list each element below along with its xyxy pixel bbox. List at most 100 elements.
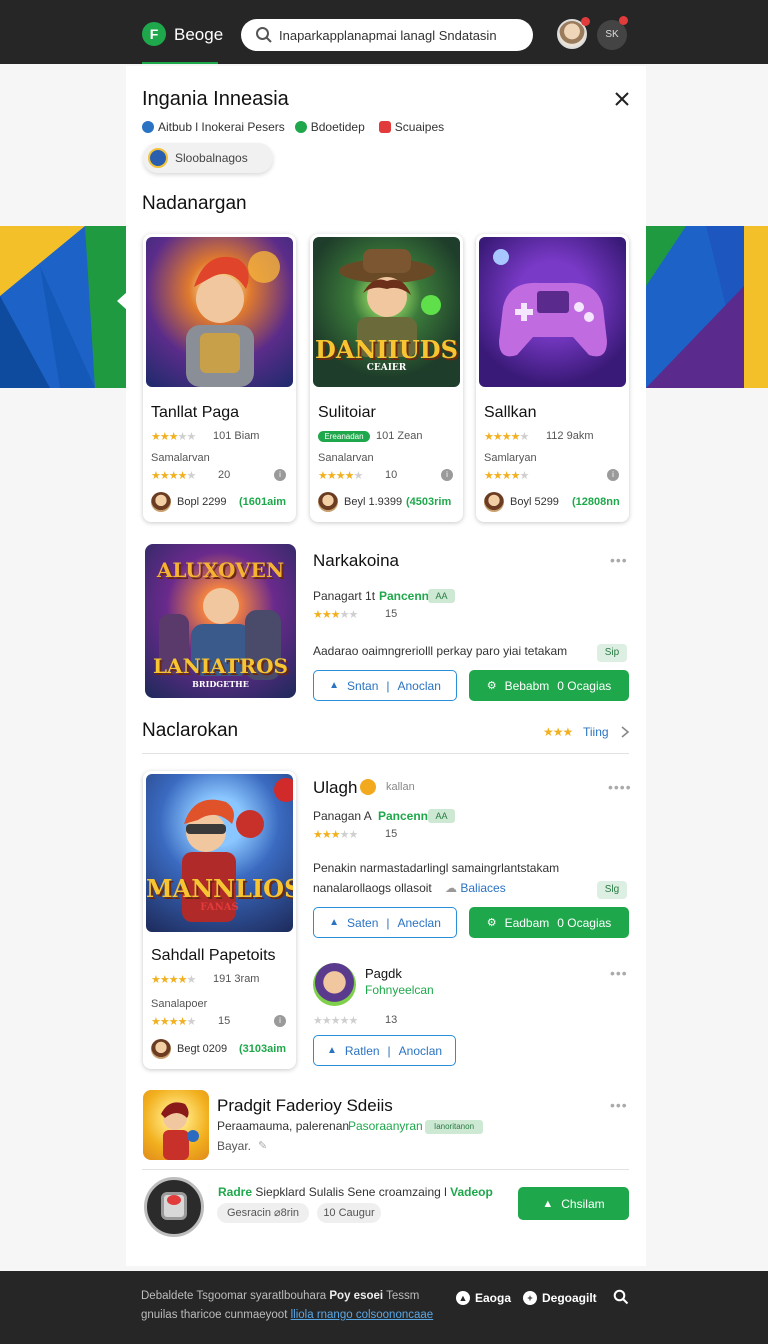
entry-meta-green: Pancenn — [379, 589, 430, 603]
notification-dot — [619, 16, 628, 25]
secondary-button[interactable]: ▲ Sntan | Anoclan — [313, 670, 457, 701]
search-input[interactable] — [279, 19, 524, 51]
entry-title[interactable]: Radre Siepklard Sulalis Sene croamzaing … — [218, 1185, 493, 1199]
active-tab-indicator — [142, 62, 218, 64]
divider — [142, 1169, 629, 1170]
entry-meta: Peraamauma, palerenan — [217, 1119, 350, 1133]
secondary-button[interactable]: ▲ Saten | Aneclan — [313, 907, 457, 938]
green-stat: (12808nn — [572, 496, 620, 508]
button-label: Ratlen — [344, 1043, 380, 1058]
button-separator: | — [386, 678, 390, 693]
entry-badge: kallan — [386, 781, 415, 793]
primary-button[interactable]: ⚙ Eadbam 0 Ocagias — [469, 907, 629, 938]
green-stat: (4503rim — [406, 496, 452, 508]
more-options-icon[interactable]: •••• — [608, 779, 632, 795]
filter-pill-label: Sloobalnagos — [175, 151, 248, 165]
entry-title[interactable]: Ulagh — [313, 778, 357, 798]
entry-meta: Panagart 1t — [313, 589, 376, 603]
info-icon[interactable]: i — [274, 1015, 286, 1027]
rating-text: 112 9akm — [546, 430, 594, 442]
info-chip: 10 Caugur — [317, 1203, 381, 1223]
brand-name[interactable]: Beoge — [174, 25, 223, 45]
footer-link[interactable]: lliola rnango colsoononcaae — [291, 1309, 434, 1321]
more-options-icon[interactable]: ••• — [610, 1097, 628, 1113]
cover-title: ALUXOVEN — [156, 558, 285, 582]
price-text: Bopl 2299 — [177, 496, 227, 508]
more-options-icon[interactable]: ••• — [610, 965, 628, 981]
footer — [0, 1271, 768, 1344]
plus-icon: + — [523, 1291, 537, 1305]
cover-subtitle: LANIATROS — [152, 654, 288, 678]
chevron-right-icon[interactable] — [620, 726, 630, 738]
filter-pill[interactable]: Sloobalnagos — [143, 143, 273, 173]
avatar — [151, 492, 171, 512]
cover-subtitle: FANAS — [200, 902, 239, 913]
rating-stars: ★★★★★ — [484, 470, 529, 482]
secondary-button[interactable]: ▲ Ratlen | Anoclan — [313, 1035, 456, 1066]
footer-text: gnuilas tharicoe cunmaeyoot lliola rnang… — [141, 1309, 433, 1321]
review-count: 15 — [385, 828, 398, 840]
rating-text: 101 Zean — [376, 430, 423, 442]
game-card[interactable]: Sallkan ★★★★★ 112 9akm Samlaryan ★★★★★ i… — [476, 234, 629, 522]
entry-link[interactable]: ☁ Baliaces — [445, 881, 506, 895]
primary-button[interactable]: ▲ Chsilam — [518, 1187, 629, 1220]
footer-line: gnuilas tharicoe cunmaeyoot — [141, 1309, 288, 1321]
rating-stars: ★★★★★ — [151, 974, 196, 986]
game-card[interactable]: DANIIUDS CEAIER Sulitoiar Ereanadan 101 … — [310, 234, 463, 522]
rating-stars: ★★★★★ — [484, 431, 529, 443]
entry-title[interactable]: Narkakoina — [313, 551, 399, 571]
button-icon: ⚙ — [486, 917, 497, 929]
footer-line: Debaldete Tsgoomar syaratlbouhara — [141, 1290, 327, 1302]
arrow-up-icon: ▲ — [456, 1291, 470, 1305]
game-cover-image[interactable]: ALUXOVEN LANIATROS BRIDGETHE — [145, 544, 296, 698]
button-icon: ⚙ — [486, 680, 497, 692]
review-count: 15 — [385, 608, 398, 620]
entry-title[interactable]: Pagdk — [365, 966, 402, 981]
button-separator: | — [387, 1043, 391, 1058]
see-all-link[interactable]: Tiing — [583, 725, 609, 739]
footer-button[interactable]: ▲ Eaoga — [456, 1288, 511, 1308]
sub-label: Samalarvan — [151, 452, 210, 464]
game-cover-image: MANNLIOS FANAS — [146, 774, 293, 932]
button-label: 0 Ocagias — [557, 915, 612, 930]
button-label: Saten — [347, 915, 379, 930]
button-label: Anoclan — [398, 1043, 443, 1058]
info-icon[interactable]: i — [441, 469, 453, 481]
game-card[interactable]: MANNLIOS FANAS Sahdall Papetoits ★★★★★ 1… — [143, 771, 296, 1069]
info-icon[interactable]: i — [274, 469, 286, 481]
alert-dot-icon — [378, 121, 391, 133]
avatar[interactable] — [313, 963, 356, 1006]
primary-button[interactable]: ⚙ Bebabm 0 Ocagias — [469, 670, 629, 701]
footer-text: Debaldete Tsgoomar syaratlbouhara Poy es… — [141, 1290, 419, 1302]
search-icon[interactable] — [613, 1289, 629, 1305]
info-icon[interactable]: i — [607, 469, 619, 481]
title-tail: Vadeop — [450, 1185, 493, 1199]
avatar — [318, 492, 338, 512]
tag-chip: Ianoritanon — [425, 1120, 483, 1134]
footer-button[interactable]: + Degoagilt — [523, 1288, 597, 1308]
review-count: 15 — [218, 1015, 231, 1027]
tag-chip: AA — [428, 589, 455, 603]
game-icon-image[interactable] — [143, 1090, 209, 1160]
game-title: Sahdall Papetoits — [151, 947, 276, 964]
close-icon[interactable] — [613, 90, 631, 108]
review-count: 10 — [385, 469, 398, 481]
edit-icon[interactable]: ✎ — [258, 1139, 267, 1152]
review-count: 20 — [218, 469, 231, 481]
rating-stars: ★★★★★ — [313, 829, 358, 841]
right-banner-art — [646, 226, 768, 388]
button-icon: ▲ — [329, 917, 340, 928]
search-bar[interactable] — [241, 19, 533, 51]
green-stat: (1601aim — [239, 496, 287, 508]
button-separator: | — [386, 915, 390, 930]
game-cover-image — [479, 237, 626, 387]
more-options-icon[interactable]: ••• — [610, 552, 628, 568]
link-label: Baliaces — [460, 881, 506, 895]
app-logo[interactable]: F — [142, 22, 166, 46]
game-card[interactable]: Tanllat Paga ★★★★★ 101 Biam Samalarvan ★… — [143, 234, 296, 522]
app-icon-image[interactable] — [144, 1177, 204, 1237]
entry-title[interactable]: Pradgit Faderioy Sdeiis — [217, 1096, 393, 1116]
title-green: Radre — [218, 1185, 253, 1199]
rating-stars: ★★★ — [543, 725, 573, 739]
rating-stars: ★★★★★ — [318, 470, 363, 482]
